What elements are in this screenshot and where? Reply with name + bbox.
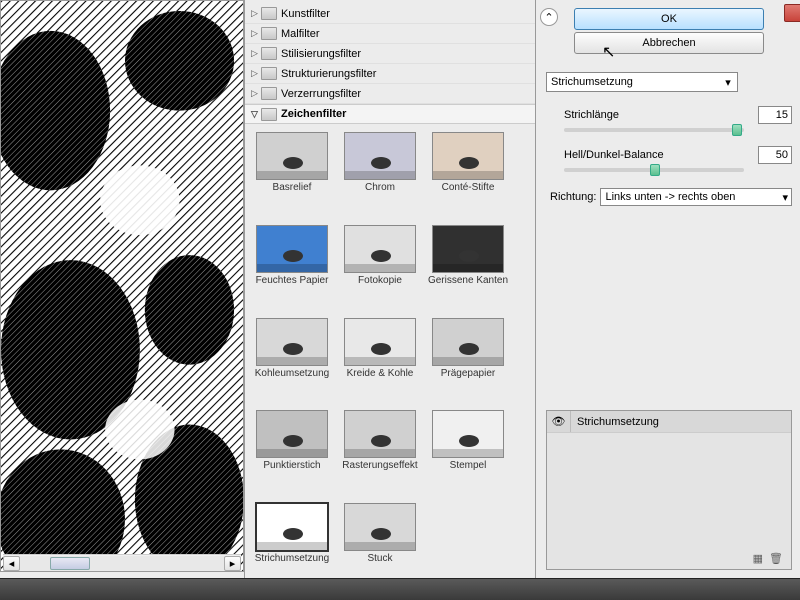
preview-scrollbar-horizontal[interactable]: ◂ ▸ bbox=[3, 554, 241, 571]
strichlaenge-slider[interactable] bbox=[564, 128, 744, 132]
filter-thumb-gerissene-kanten[interactable]: Gerissene Kanten bbox=[425, 225, 511, 314]
filter-thumb-rasterungseffekt[interactable]: Rasterungseffekt bbox=[337, 410, 423, 499]
settings-panel: ⌃ OK Abbrechen Strichumsetzung ▾ Strichl… bbox=[536, 0, 800, 600]
category-zeichenfilter[interactable]: ▽Zeichenfilter bbox=[245, 104, 535, 124]
filter-thumb-stempel[interactable]: Stempel bbox=[425, 410, 511, 499]
effect-layers-panel: 👁 Strichumsetzung ▦ 🗑 bbox=[546, 410, 792, 570]
param-label: Hell/Dunkel-Balance bbox=[564, 149, 664, 161]
filter-thumb-punktierstich[interactable]: Punktierstich bbox=[249, 410, 335, 499]
balance-slider[interactable] bbox=[564, 168, 744, 172]
preview-image[interactable] bbox=[1, 1, 243, 571]
category-malfilter[interactable]: ▷Malfilter bbox=[245, 24, 535, 44]
chevron-down-icon: ▾ bbox=[721, 76, 735, 89]
scroll-right-button[interactable]: ▸ bbox=[224, 556, 241, 571]
ok-button[interactable]: OK bbox=[574, 8, 764, 30]
param-label: Richtung: bbox=[550, 191, 596, 203]
param-richtung: Richtung: Links unten -> rechts oben ▾ bbox=[546, 188, 792, 206]
effect-layer-name: Strichumsetzung bbox=[571, 416, 659, 428]
category-kunstfilter[interactable]: ▷Kunstfilter bbox=[245, 4, 535, 24]
param-strichlaenge: Strichlänge bbox=[546, 106, 792, 124]
param-label: Strichlänge bbox=[564, 109, 619, 121]
effect-layer-row[interactable]: 👁 Strichumsetzung bbox=[547, 411, 791, 433]
filter-thumbnails: BasreliefChromConté-Stifte Feuchtes Papie… bbox=[245, 124, 535, 600]
strichlaenge-input[interactable] bbox=[758, 106, 792, 124]
preview-pane: ◂ ▸ bbox=[0, 0, 244, 572]
filter-thumb-pr-gepapier[interactable]: Prägepapier bbox=[425, 318, 511, 407]
balance-input[interactable] bbox=[758, 146, 792, 164]
category-verzerrungsfilter[interactable]: ▷Verzerrungsfilter bbox=[245, 84, 535, 104]
filter-thumb-basrelief[interactable]: Basrelief bbox=[249, 132, 335, 221]
filter-thumb-fotokopie[interactable]: Fotokopie bbox=[337, 225, 423, 314]
current-filter-dropdown[interactable]: Strichumsetzung ▾ bbox=[546, 72, 738, 92]
filter-category-panel: ▷Kunstfilter ▷Malfilter ▷Stilisierungsfi… bbox=[244, 0, 536, 600]
category-tree: ▷Kunstfilter ▷Malfilter ▷Stilisierungsfi… bbox=[245, 0, 535, 124]
visibility-eye-icon[interactable]: 👁 bbox=[547, 411, 571, 432]
cancel-button[interactable]: Abbrechen bbox=[574, 32, 764, 54]
filter-thumb-feuchtes-papier[interactable]: Feuchtes Papier bbox=[249, 225, 335, 314]
filter-thumb-chrom[interactable]: Chrom bbox=[337, 132, 423, 221]
delete-effect-layer-icon[interactable]: 🗑 bbox=[769, 552, 783, 565]
scroll-left-button[interactable]: ◂ bbox=[3, 556, 20, 571]
filter-thumb-kreide-kohle[interactable]: Kreide & Kohle bbox=[337, 318, 423, 407]
richtung-dropdown[interactable]: Links unten -> rechts oben ▾ bbox=[600, 188, 792, 206]
new-effect-layer-icon[interactable]: ▦ bbox=[753, 552, 763, 565]
collapse-categories-button[interactable]: ⌃ bbox=[540, 8, 558, 26]
filter-thumb-kohleumsetzung[interactable]: Kohleumsetzung bbox=[249, 318, 335, 407]
category-strukturierungsfilter[interactable]: ▷Strukturierungsfilter bbox=[245, 64, 535, 84]
status-bar bbox=[0, 578, 800, 600]
param-balance: Hell/Dunkel-Balance bbox=[546, 146, 792, 164]
filter-thumb-cont-stifte[interactable]: Conté-Stifte bbox=[425, 132, 511, 221]
chevron-down-icon: ▾ bbox=[782, 191, 788, 204]
scroll-thumb[interactable] bbox=[50, 557, 90, 570]
filter-gallery-dialog: x bbox=[0, 0, 800, 600]
category-stilisierungsfilter[interactable]: ▷Stilisierungsfilter bbox=[245, 44, 535, 64]
